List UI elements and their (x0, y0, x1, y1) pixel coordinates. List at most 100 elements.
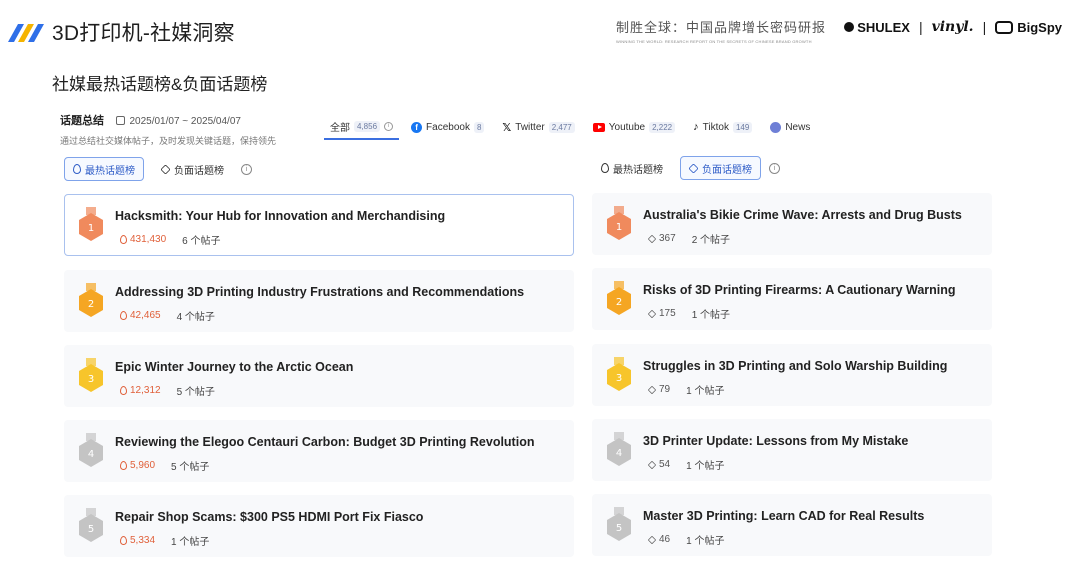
hot-topic-card-2[interactable]: 2 Addressing 3D Printing Industry Frustr… (64, 270, 574, 332)
negative-topic-card-4[interactable]: 4 3D Printer Update: Lessons from My Mis… (592, 419, 992, 481)
medal-rank-label: 2 (616, 297, 622, 308)
topic-title: Risks of 3D Printing Firearms: A Caution… (643, 283, 956, 297)
hot-topics-toggle[interactable]: 最热话题榜 (592, 156, 672, 180)
medal-rank-5-icon: 5 (607, 507, 631, 541)
tab-twitter[interactable]: 𝕏 Twitter 2,477 (496, 114, 580, 140)
heat-value: 5,960 (130, 460, 156, 471)
topic-title: Master 3D Printing: Learn CAD for Real R… (643, 509, 925, 523)
left-toggle-group: 最热话题榜 负面话题榜 i (64, 157, 252, 181)
tab-count: 4,856 (354, 120, 381, 132)
medal-rank-3-icon: 3 (79, 358, 103, 392)
negative-topic-card-1[interactable]: 1 Australia's Bikie Crime Wave: Arrests … (592, 193, 992, 255)
tab-count: 2,477 (548, 121, 575, 133)
medal-rank-1-icon: 1 (79, 207, 103, 241)
topic-title: Struggles in 3D Printing and Solo Warshi… (643, 359, 948, 373)
topic-meta: 42,465 4 个帖子 (120, 308, 215, 323)
medal-rank-5-icon: 5 (79, 508, 103, 542)
post-count: 1 个帖子 (686, 536, 725, 547)
toggle-label: 最热话题榜 (85, 165, 135, 177)
medal-rank-1-icon: 1 (607, 206, 631, 240)
hot-topics-toggle[interactable]: 最热话题榜 (64, 157, 144, 181)
medal-rank-2-icon: 2 (79, 283, 103, 317)
heat-metric: 42,465 (120, 310, 161, 321)
negative-topic-card-3[interactable]: 3 Struggles in 3D Printing and Solo Wars… (592, 344, 992, 406)
negative-value: 54 (659, 459, 671, 470)
flame-icon (120, 461, 127, 470)
topic-title: 3D Printer Update: Lessons from My Mista… (643, 434, 909, 448)
heat-metric: 5,334 (120, 535, 155, 546)
medal-rank-label: 3 (88, 374, 94, 385)
tab-tiktok[interactable]: ♪ Tiktok 149 (687, 114, 758, 140)
tab-all[interactable]: 全部 4,856 i (324, 114, 400, 140)
tab-count: 8 (473, 121, 485, 133)
negative-topic-card-5[interactable]: 5 Master 3D Printing: Learn CAD for Real… (592, 494, 992, 556)
thumbs-down-icon (647, 460, 657, 469)
topic-summary-header: 话题总结 2025/01/07 ~ 2025/04/07 通过总结社交媒体帖子，… (60, 111, 276, 147)
medal-rank-label: 4 (616, 448, 622, 459)
topic-title: Repair Shop Scams: $300 PS5 HDMI Port Fi… (115, 510, 424, 524)
bigspy-logo: BigSpy (995, 20, 1062, 35)
thumbs-down-icon (647, 309, 657, 318)
flame-icon (120, 235, 127, 244)
negative-metric: 54 (647, 459, 671, 470)
hot-topic-card-1[interactable]: 1 Hacksmith: Your Hub for Innovation and… (64, 194, 574, 256)
topic-title: Addressing 3D Printing Industry Frustrat… (115, 285, 525, 299)
topic-meta: 5,334 1 个帖子 (120, 533, 209, 548)
medal-rank-3-icon: 3 (607, 357, 631, 391)
tab-news[interactable]: News (764, 114, 816, 140)
negative-value: 79 (659, 384, 671, 395)
tab-facebook[interactable]: f Facebook 8 (405, 114, 490, 140)
hot-topic-card-5[interactable]: 5 Repair Shop Scams: $300 PS5 HDMI Port … (64, 495, 574, 557)
bigspy-mark-icon (995, 20, 1014, 34)
flame-icon (120, 386, 127, 395)
tab-count: 149 (732, 121, 753, 133)
topic-meta: 54 1 个帖子 (647, 457, 724, 472)
negative-metric: 46 (647, 534, 670, 545)
tab-label: 全部 (330, 122, 350, 134)
flame-icon (601, 163, 609, 173)
facebook-icon: f (411, 121, 423, 133)
news-icon (770, 121, 782, 133)
panel-title: 话题总结 (60, 115, 104, 127)
toggle-label: 负面话题榜 (702, 164, 752, 176)
thumbs-down-icon (647, 385, 657, 394)
right-toggle-group: 最热话题榜 负面话题榜 i (592, 156, 780, 180)
hot-topic-card-3[interactable]: 3 Epic Winter Journey to the Arctic Ocea… (64, 345, 574, 407)
heat-value: 5,334 (130, 535, 156, 546)
topic-meta: 175 1 个帖子 (647, 306, 730, 321)
medal-rank-label: 5 (616, 523, 622, 534)
negative-topic-card-2[interactable]: 2 Risks of 3D Printing Firearms: A Cauti… (592, 268, 992, 330)
medal-rank-2-icon: 2 (607, 281, 631, 315)
negative-topics-toggle[interactable]: 负面话题榜 (152, 157, 233, 181)
topic-meta: 46 1 个帖子 (647, 532, 725, 547)
topic-title: Epic Winter Journey to the Arctic Ocean (115, 360, 354, 374)
date-range[interactable]: 2025/01/07 ~ 2025/04/07 (116, 116, 241, 127)
info-icon[interactable]: i (769, 162, 780, 174)
bigspy-label: BigSpy (1017, 19, 1062, 35)
heat-value: 12,312 (130, 385, 161, 396)
tab-label: Facebook (426, 121, 470, 133)
negative-topics-toggle[interactable]: 负面话题榜 (680, 156, 761, 180)
flame-icon (120, 311, 127, 320)
topic-meta: 431,430 6 个帖子 (120, 232, 221, 247)
post-count: 6 个帖子 (182, 236, 221, 247)
negative-metric: 367 (647, 233, 676, 244)
negative-metric: 79 (647, 384, 671, 395)
hot-topic-card-4[interactable]: 4 Reviewing the Elegoo Centauri Carbon: … (64, 420, 574, 482)
tagline-sub: WINNING THE WORLD: RESEARCH REPORT ON TH… (616, 39, 812, 44)
info-icon[interactable]: i (384, 121, 394, 131)
tab-label: News (785, 121, 811, 133)
info-icon[interactable]: i (241, 163, 252, 175)
topic-meta: 367 2 个帖子 (647, 231, 730, 246)
post-count: 5 个帖子 (171, 462, 210, 473)
tab-youtube[interactable]: Youtube 2,222 (587, 114, 681, 140)
post-count: 4 个帖子 (176, 312, 215, 323)
medal-rank-4-icon: 4 (607, 432, 631, 466)
heat-metric: 12,312 (120, 385, 161, 396)
tab-label: Tiktok (702, 121, 729, 133)
shulex-mark-icon (844, 22, 855, 32)
post-count: 5 个帖子 (176, 387, 215, 398)
post-count: 1 个帖子 (686, 386, 725, 397)
heat-value: 42,465 (130, 310, 161, 321)
medal-rank-label: 1 (616, 222, 622, 233)
